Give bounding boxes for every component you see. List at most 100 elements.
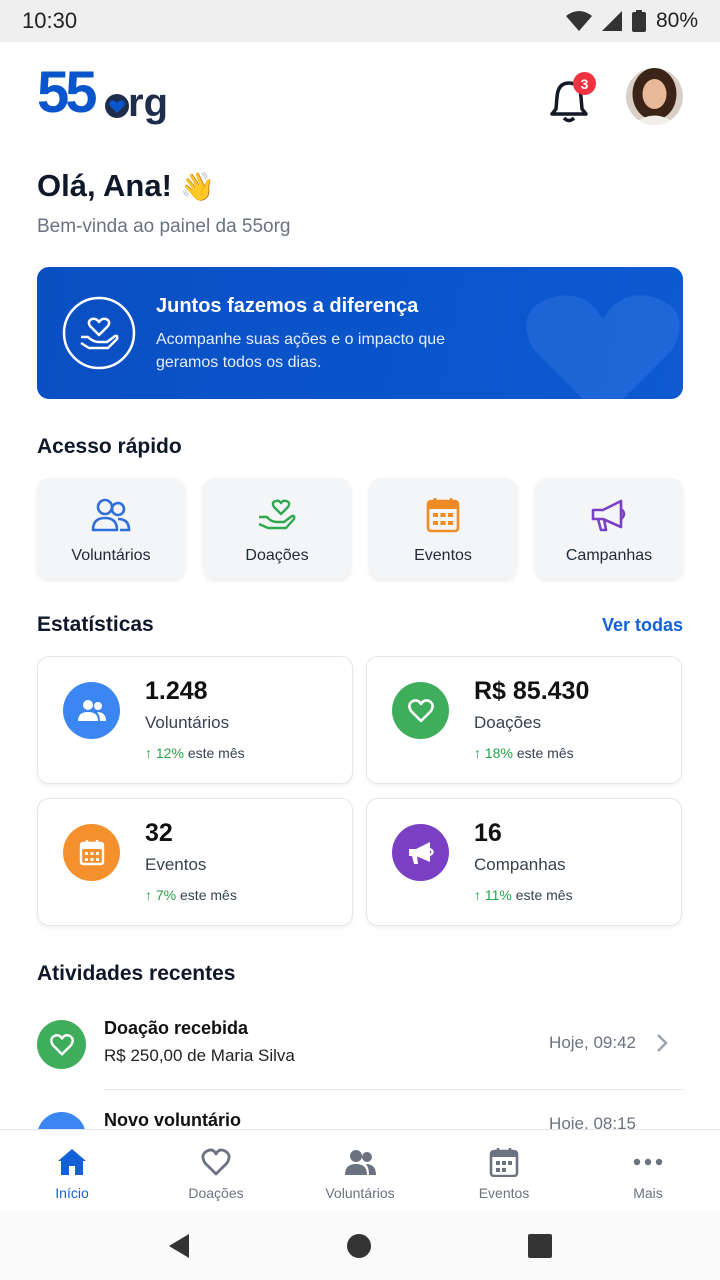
user-icon [37,1112,86,1129]
stat-value: 16 [474,819,502,847]
quick-donations[interactable]: Doações [203,478,351,579]
activity-item[interactable]: Doação recebida R$ 250,00 de Maria Silva… [37,1010,683,1090]
activity-title: Novo voluntário [104,1110,242,1129]
nav-home-label: Início [55,1185,89,1201]
greeting-subtitle: Bem-vinda ao painel da 55org [37,216,291,237]
quick-campaigns-label: Campanhas [565,547,653,564]
svg-text:rg: rg [128,81,168,125]
megaphone-icon [591,499,626,532]
quick-campaigns[interactable]: Campanhas [535,478,683,579]
stat-delta-suffix: este mês [516,745,574,761]
stat-card-campaigns[interactable]: 16 Companhas ↑ 11% este mês [366,798,682,926]
home-icon [58,1149,86,1175]
calendar-icon [63,824,120,881]
users-icon [63,682,120,739]
battery-level: 80% [655,9,698,32]
system-navigation-bar [0,1211,720,1280]
heart-icon [37,1020,86,1069]
quick-donations-label: Doações [245,547,309,564]
brand-logo[interactable]: 55 rg [37,66,179,128]
stat-label: Voluntários [145,713,230,732]
quick-events-label: Eventos [414,547,472,564]
nav-more-label: Mais [633,1185,663,1201]
calendar-icon [426,498,460,533]
heart-decoration-icon [526,295,680,399]
bottom-navigation: Início Doações Voluntários Eventos Mais [0,1129,720,1211]
arrow-up-icon: ↑ [145,887,156,903]
users-icon [345,1150,376,1175]
stat-card-volunteers[interactable]: 1.248 Voluntários ↑ 12% este mês [37,656,353,784]
banner-text: Acompanhe suas ações e o impacto que ger… [156,331,446,371]
heart-icon [392,682,449,739]
app-header: 55 rg [0,42,720,142]
quick-volunteers-label: Voluntários [71,547,151,564]
back-icon[interactable] [167,1233,191,1259]
activity-time: Hoje, 09:42 [549,1033,636,1052]
nav-more[interactable]: Mais [576,1130,720,1211]
stat-label: Eventos [145,855,207,874]
svg-text:55: 55 [37,66,96,125]
quick-access-title: Acesso rápido [37,435,182,458]
nav-events[interactable]: Eventos [432,1130,576,1211]
stat-delta: ↑ 11% este mês [474,887,573,903]
megaphone-icon [392,824,449,881]
wave-emoji: 👋 [179,170,215,202]
home-circle-icon[interactable] [346,1233,372,1259]
stat-delta-value: 12% [155,745,184,761]
stat-card-events[interactable]: 32 Eventos ↑ 7% este mês [37,798,353,926]
chevron-right-icon [657,1034,668,1052]
arrow-up-icon: ↑ [474,887,485,903]
heart-hand-icon [258,499,296,530]
nav-donations[interactable]: Doações [144,1130,288,1211]
nav-home[interactable]: Início [0,1130,144,1211]
stat-value: R$ 85.430 [474,677,590,705]
stat-card-donations[interactable]: R$ 85.430 Doações ↑ 18% este mês [366,656,682,784]
activity-title: Doação recebida [104,1018,249,1038]
activity-subtitle: R$ 250,00 de Maria Silva [104,1046,295,1065]
nav-events-label: Eventos [478,1185,530,1201]
stat-delta: ↑ 12% este mês [145,745,245,761]
nav-donations-label: Doações [188,1185,244,1201]
stat-delta-suffix: este mês [187,745,245,761]
more-icon [633,1158,663,1166]
signal-icon [601,11,622,31]
stat-label: Companhas [474,855,566,874]
see-all-link[interactable]: Ver todas [602,615,683,636]
activities-title: Atividades recentes [37,962,236,985]
status-icons: 80% [565,9,698,33]
wifi-icon [565,11,592,31]
divider [104,1089,683,1090]
stat-delta-value: 18% [484,745,513,761]
stat-delta-value: 11% [484,887,512,903]
status-bar: 10:30 80% [0,0,720,42]
impact-banner[interactable]: Juntos fazemos a diferença Acompanhe sua… [37,267,683,399]
stat-delta-suffix: este mês [180,887,237,903]
stat-value: 1.248 [145,677,208,705]
stats-title: Estatísticas [37,613,154,636]
stat-delta: ↑ 7% este mês [145,887,237,903]
heart-hand-icon [62,296,136,370]
activity-time: Hoje, 08:15 [549,1114,636,1129]
recents-icon[interactable] [527,1233,553,1259]
notification-badge: 3 [573,72,596,95]
users-icon [91,498,131,532]
stat-value: 32 [145,819,173,847]
greeting-title: Olá, Ana! 👋 [37,168,215,204]
nav-volunteers[interactable]: Voluntários [288,1130,432,1211]
activity-item[interactable]: Novo voluntário Hoje, 08:15 [37,1102,683,1129]
status-time: 10:30 [22,8,78,33]
banner-title: Juntos fazemos a diferença [156,295,419,317]
user-avatar[interactable] [626,68,683,125]
arrow-up-icon: ↑ [145,745,156,761]
nav-volunteers-label: Voluntários [325,1185,395,1201]
stat-delta: ↑ 18% este mês [474,745,574,761]
quick-volunteers[interactable]: Voluntários [37,478,185,579]
stat-delta-value: 7% [155,887,177,903]
quick-events[interactable]: Eventos [369,478,517,579]
heart-icon [201,1148,231,1176]
arrow-up-icon: ↑ [474,745,485,761]
calendar-icon [489,1148,519,1177]
stat-label: Doações [474,713,542,732]
stat-delta-suffix: este mês [515,887,573,903]
battery-icon [631,10,646,32]
